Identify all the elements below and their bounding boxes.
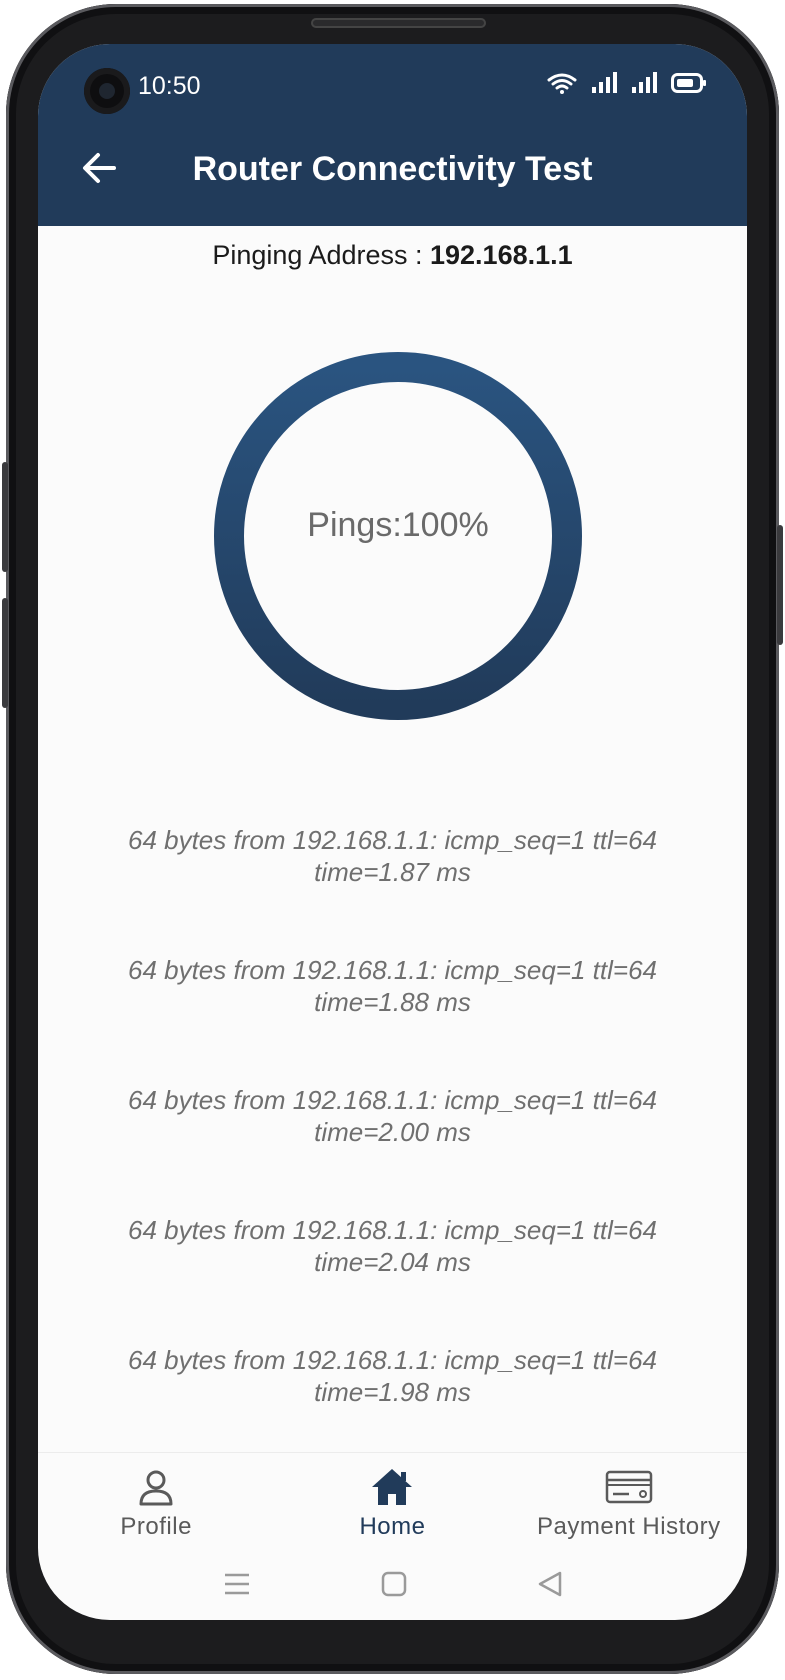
menu-icon[interactable] xyxy=(223,1571,251,1597)
ping-result-time: time=1.88 ms xyxy=(314,987,471,1017)
triangle-back-icon[interactable] xyxy=(537,1571,563,1597)
signal-icon xyxy=(592,72,617,93)
nav-home[interactable]: Home xyxy=(274,1453,510,1552)
bottom-navigation: Profile Home Payment History xyxy=(38,1452,747,1552)
pinging-label: Pinging Address : xyxy=(212,240,430,270)
credit-card-icon xyxy=(605,1470,653,1504)
power-button xyxy=(777,525,783,645)
ping-result: 64 bytes from 192.168.1.1: icmp_seq=1 tt… xyxy=(38,1214,747,1344)
ping-result-line: 64 bytes from 192.168.1.1: icmp_seq=1 tt… xyxy=(127,1085,657,1115)
ping-result-line: 64 bytes from 192.168.1.1: icmp_seq=1 tt… xyxy=(127,1345,657,1375)
pinging-address: Pinging Address : 192.168.1.1 xyxy=(38,240,747,271)
ping-result-time: time=1.98 ms xyxy=(314,1377,471,1407)
ping-result: 64 bytes from 192.168.1.1: icmp_seq=1 tt… xyxy=(38,954,747,1084)
screen: 10:50 Router Connectivity Test Pinging A… xyxy=(38,44,747,1620)
ping-result-line: 64 bytes from 192.168.1.1: icmp_seq=1 tt… xyxy=(127,1215,657,1245)
home-icon xyxy=(372,1469,413,1505)
page-title: Router Connectivity Test xyxy=(192,150,593,188)
ping-result-line: 64 bytes from 192.168.1.1: icmp_seq=1 tt… xyxy=(127,955,657,985)
person-icon xyxy=(139,1470,173,1506)
ping-result-time: time=1.87 ms xyxy=(314,857,471,887)
nav-profile-label: Profile xyxy=(120,1513,192,1540)
volume-down-button xyxy=(2,598,8,708)
nav-payment-history-label: Payment History xyxy=(537,1513,721,1540)
battery-icon xyxy=(671,73,706,93)
ping-result-time: time=2.04 ms xyxy=(314,1247,471,1277)
status-time: 10:50 xyxy=(138,72,201,100)
app-header: 10:50 Router Connectivity Test xyxy=(38,44,747,226)
nav-home-label: Home xyxy=(359,1513,426,1540)
volume-up-button xyxy=(2,462,8,572)
nav-profile[interactable]: Profile xyxy=(38,1453,274,1552)
square-icon[interactable] xyxy=(381,1571,407,1597)
pinging-ip: 192.168.1.1 xyxy=(430,240,573,270)
ping-result-time: time=2.00 ms xyxy=(314,1117,471,1147)
pings-percentage: Pings:100% xyxy=(307,506,489,544)
wifi-icon xyxy=(547,73,577,94)
nav-payment-history[interactable]: Payment History xyxy=(511,1453,747,1552)
ping-result: 64 bytes from 192.168.1.1: icmp_seq=1 tt… xyxy=(38,1084,747,1214)
front-camera xyxy=(84,68,130,114)
system-navigation-bar xyxy=(38,1554,747,1614)
earpiece-speaker xyxy=(311,18,486,28)
ping-result: 64 bytes from 192.168.1.1: icmp_seq=1 tt… xyxy=(38,824,747,954)
status-icons xyxy=(547,72,707,94)
ping-results-list: 64 bytes from 192.168.1.1: icmp_seq=1 tt… xyxy=(38,824,747,1474)
ping-result-line: 64 bytes from 192.168.1.1: icmp_seq=1 tt… xyxy=(127,825,657,855)
signal-icon xyxy=(632,72,657,93)
progress-ring: Pings:100% xyxy=(198,336,598,736)
